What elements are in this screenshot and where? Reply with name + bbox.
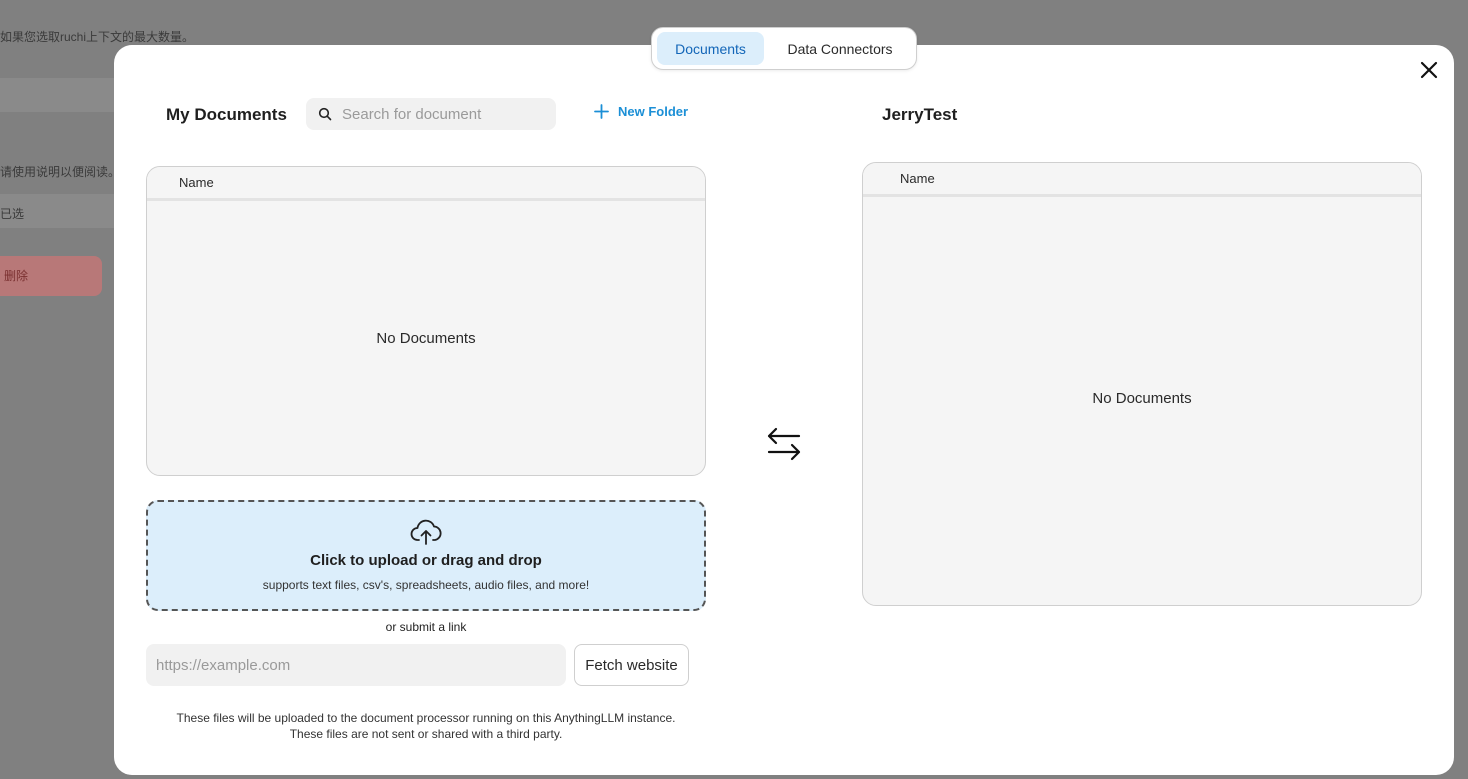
search-input[interactable]: [342, 105, 542, 123]
table-header: Name: [863, 163, 1421, 197]
my-documents-title: My Documents: [166, 105, 287, 124]
upload-disclaimer: These files will be uploaded to the docu…: [146, 710, 706, 742]
table-header: Name: [147, 167, 705, 201]
new-folder-button[interactable]: New Folder: [594, 104, 688, 119]
empty-state-text: No Documents: [376, 330, 476, 347]
background-text: 请使用说明以便阅读。: [0, 165, 121, 179]
close-icon[interactable]: [1418, 59, 1440, 81]
background-text: 已选: [0, 207, 25, 221]
workspace-documents-table: Name No Documents: [862, 162, 1422, 606]
empty-state-text: No Documents: [1092, 390, 1192, 407]
my-documents-table: Name No Documents: [146, 166, 706, 476]
background-delete-button: 删除: [0, 256, 102, 296]
column-name-header: Name: [900, 171, 935, 186]
disclaimer-line: These files will be uploaded to the docu…: [176, 711, 676, 725]
upload-dropzone[interactable]: Click to upload or drag and drop support…: [146, 500, 706, 611]
new-folder-label: New Folder: [618, 104, 689, 119]
tab-data-connectors[interactable]: Data Connectors: [770, 32, 910, 65]
column-name-header: Name: [179, 175, 214, 190]
cloud-upload-icon: [410, 519, 442, 545]
search-icon: [318, 107, 332, 121]
or-submit-link-text: or submit a link: [385, 620, 467, 634]
document-manager-modal: My Documents New Folder Name No Document…: [114, 45, 1454, 775]
search-box: [306, 98, 556, 130]
workspace-title: JerryTest: [882, 105, 958, 124]
tab-documents[interactable]: Documents: [657, 32, 764, 65]
fetch-website-button[interactable]: Fetch website: [574, 644, 689, 686]
swap-arrows-icon: [767, 427, 801, 461]
upload-title: Click to upload or drag and drop: [310, 552, 542, 569]
upload-subtitle: supports text files, csv's, spreadsheets…: [262, 578, 590, 592]
disclaimer-line: These files are not sent or shared with …: [289, 727, 563, 741]
background-text: 如果您选取ruchi上下文的最大数量。: [0, 30, 195, 44]
background-bar: [0, 78, 114, 112]
link-url-input[interactable]: [146, 644, 566, 686]
plus-icon: [594, 104, 609, 119]
tab-bar: Documents Data Connectors: [651, 27, 917, 70]
